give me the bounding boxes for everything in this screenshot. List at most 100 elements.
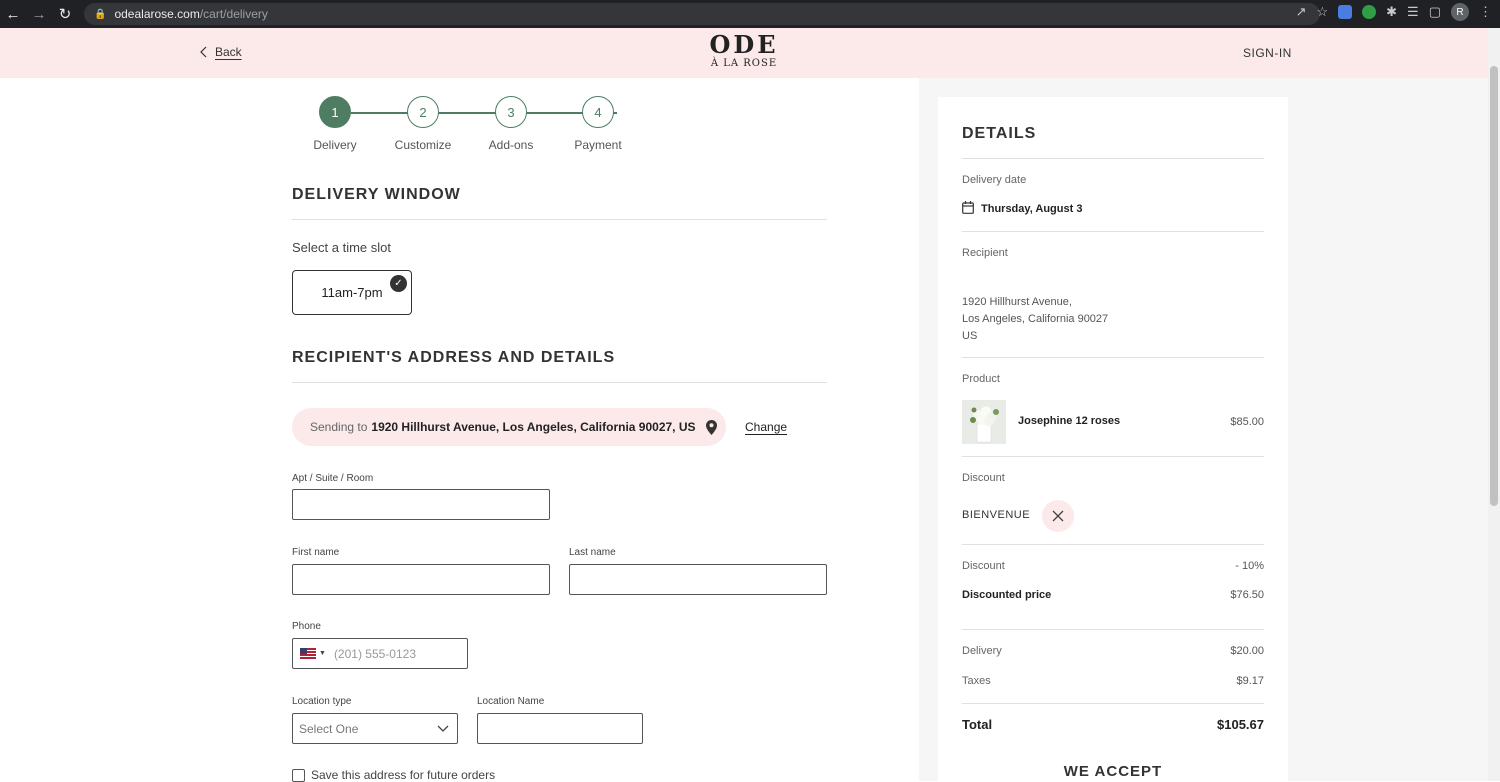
divider xyxy=(962,357,1264,358)
discount-section-label: Discount xyxy=(962,472,1005,484)
close-icon xyxy=(1052,510,1064,522)
share-icon[interactable]: ↗ xyxy=(1296,4,1307,20)
media-control-icon[interactable]: ☰ xyxy=(1407,4,1419,20)
time-slot-label: Select a time slot xyxy=(292,240,391,255)
sending-to-pill: Sending to 1920 Hillhurst Avenue, Los An… xyxy=(292,408,726,446)
time-slot-option[interactable]: 11am-7pm ✓ xyxy=(292,270,412,315)
step-number: 1 xyxy=(319,96,351,128)
total-value: $105.67 xyxy=(1217,717,1264,732)
forward-arrow-icon[interactable]: → xyxy=(26,0,52,28)
lock-icon: 🔒 xyxy=(94,8,107,20)
url-path: /cart/delivery xyxy=(199,7,268,21)
delivery-date-value: Thursday, August 3 xyxy=(981,203,1083,215)
divider xyxy=(292,382,827,383)
product-name: Josephine 12 roses xyxy=(1018,415,1121,427)
profile-avatar[interactable]: R xyxy=(1451,3,1469,21)
last-name-label: Last name xyxy=(569,547,616,558)
product-price: $85.00 xyxy=(1230,416,1264,428)
calendar-icon xyxy=(962,201,974,214)
address-bar[interactable]: 🔒 odealarose.com/cart/delivery xyxy=(84,3,1320,25)
discount-code: BIENVENUE xyxy=(962,509,1031,521)
logo-line2: À LA ROSE xyxy=(710,58,778,69)
sending-address: 1920 Hillhurst Avenue, Los Angeles, Cali… xyxy=(371,420,696,434)
logo-line1: ODE xyxy=(709,30,779,59)
site-header: Back ODE À LA ROSE SIGN-IN xyxy=(0,28,1488,78)
address-line: US xyxy=(962,330,978,342)
back-link[interactable]: Back xyxy=(200,45,242,59)
taxes-value: $9.17 xyxy=(1236,675,1264,687)
side-panel-icon[interactable]: ▢ xyxy=(1429,4,1441,20)
first-name-label: First name xyxy=(292,547,340,558)
last-name-input[interactable] xyxy=(569,564,827,595)
sending-prefix: Sending to xyxy=(310,420,368,434)
rose-bouquet-image xyxy=(962,400,1006,444)
discounted-price-label: Discounted price xyxy=(962,589,1052,601)
chevron-down-icon xyxy=(437,725,449,732)
check-icon: ✓ xyxy=(390,275,407,292)
divider xyxy=(962,231,1264,232)
change-address-link[interactable]: Change xyxy=(745,420,787,434)
divider xyxy=(962,158,1264,159)
browser-menu-icon[interactable]: ⋮ xyxy=(1479,4,1492,20)
recipient-label: Recipient xyxy=(962,247,1008,259)
scrollbar-thumb[interactable] xyxy=(1490,66,1498,506)
location-name-input[interactable] xyxy=(477,713,643,744)
reload-icon[interactable]: ↻ xyxy=(52,0,78,28)
step-addons[interactable]: 3 Add-ons xyxy=(466,96,556,152)
step-label: Delivery xyxy=(313,138,357,152)
time-slot-text: 11am-7pm xyxy=(321,285,383,300)
taxes-label: Taxes xyxy=(962,675,991,687)
remove-discount-button[interactable] xyxy=(1042,500,1074,532)
recipient-address: 1920 Hillhurst Avenue, Los Angeles, Cali… xyxy=(962,294,1108,345)
step-payment[interactable]: 4 Payment xyxy=(553,96,643,152)
details-title: DETAILS xyxy=(962,125,1037,142)
location-type-select[interactable]: Select One xyxy=(292,713,458,744)
phone-label: Phone xyxy=(292,621,321,632)
delivery-fee-value: $20.00 xyxy=(1230,645,1264,657)
address-line: Los Angeles, California 90027 xyxy=(962,313,1109,325)
url-host: odealarose.com xyxy=(114,7,200,21)
site-logo[interactable]: ODE À LA ROSE xyxy=(700,30,788,70)
divider xyxy=(962,544,1264,545)
save-address-checkbox[interactable] xyxy=(292,768,305,782)
apt-label: Apt / Suite / Room xyxy=(292,473,374,484)
recipient-title: RECIPIENT'S ADDRESS AND DETAILS xyxy=(292,349,616,366)
phone-placeholder: (201) 555-0123 xyxy=(333,646,416,661)
divider xyxy=(962,629,1264,630)
step-number: 2 xyxy=(407,96,439,128)
browser-actions: ↗ ☆ ✱ ☰ ▢ R ⋮ xyxy=(1296,3,1492,21)
map-pin-icon xyxy=(705,419,717,435)
step-label: Add-ons xyxy=(488,138,534,152)
location-type-value: Select One xyxy=(299,721,359,736)
browser-toolbar: ← → ↻ 🔒 odealarose.com/cart/delivery ↗ ☆… xyxy=(0,0,1500,28)
product-thumbnail xyxy=(962,400,1006,444)
apt-input[interactable] xyxy=(292,489,550,520)
delivery-fee-label: Delivery xyxy=(962,645,1002,657)
bookmark-star-icon[interactable]: ☆ xyxy=(1316,4,1328,20)
us-flag-icon[interactable] xyxy=(300,648,316,659)
back-arrow-icon[interactable]: ← xyxy=(0,0,26,28)
grammar-extension-icon[interactable] xyxy=(1362,5,1377,19)
divider xyxy=(292,219,827,220)
location-name-label: Location Name xyxy=(477,696,545,707)
phone-input[interactable]: ▼ (201) 555-0123 xyxy=(292,638,468,669)
first-name-input[interactable] xyxy=(292,564,550,595)
page-scrollbar[interactable] xyxy=(1488,28,1500,781)
extensions-puzzle-icon[interactable]: ✱ xyxy=(1386,4,1397,20)
order-details-panel: DETAILS Delivery date Thursday, August 3… xyxy=(938,97,1288,781)
sign-in-link[interactable]: SIGN-IN xyxy=(1243,46,1292,60)
divider xyxy=(962,703,1264,704)
save-address-row[interactable]: Save this address for future orders xyxy=(292,768,495,782)
translate-extension-icon[interactable] xyxy=(1338,5,1353,19)
discounted-price-value: $76.50 xyxy=(1230,589,1264,601)
total-label: Total xyxy=(962,717,993,732)
delivery-window-title: DELIVERY WINDOW xyxy=(292,186,461,203)
step-delivery[interactable]: 1 Delivery xyxy=(290,96,380,152)
country-caret-icon[interactable]: ▼ xyxy=(319,650,326,657)
checkout-stepper: 1 Delivery 2 Customize 3 Add-ons 4 Payme… xyxy=(300,96,640,156)
product-label: Product xyxy=(962,373,1000,385)
step-number: 3 xyxy=(495,96,527,128)
divider xyxy=(962,456,1264,457)
chevron-left-icon xyxy=(200,46,207,58)
step-customize[interactable]: 2 Customize xyxy=(378,96,468,152)
